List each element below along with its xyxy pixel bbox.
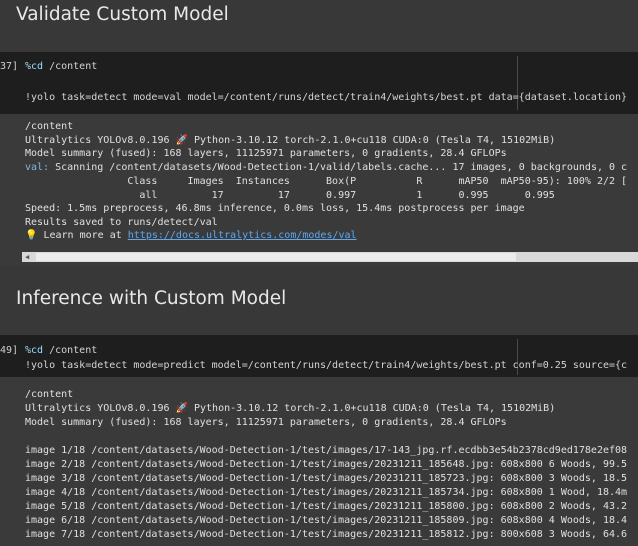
output-line: image 2/18 /content/datasets/Wood-Detect… bbox=[25, 459, 628, 470]
code-arg: /content bbox=[43, 345, 98, 356]
output-line: Ultralytics YOLOv8.0.196 🚀 Python-3.10.1… bbox=[25, 134, 556, 146]
code-line-cd: %cd /content bbox=[25, 61, 97, 72]
output-line: /content bbox=[25, 389, 74, 400]
code-line-yolo-predict: !yolo task=detect mode=predict model=/co… bbox=[25, 360, 628, 371]
magic-command: %cd bbox=[25, 345, 44, 356]
code-line-cd: %cd /content bbox=[25, 345, 97, 356]
code-cell-inference[interactable]: 49] %cd /content !yolo task=detect mode=… bbox=[0, 335, 638, 377]
section-heading-inference: Inference with Custom Model bbox=[16, 288, 287, 309]
output-line: Class Images Instances Box(P R mAP50 mAP… bbox=[25, 176, 628, 187]
output-area-inference: /content Ultralytics YOLOv8.0.196 🚀 Pyth… bbox=[0, 377, 638, 546]
output-line: image 3/18 /content/datasets/Wood-Detect… bbox=[25, 473, 628, 484]
code-line-yolo-val: !yolo task=detect mode=val model=/conten… bbox=[25, 92, 628, 103]
output-line: Ultralytics YOLOv8.0.196 🚀 Python-3.10.1… bbox=[25, 403, 556, 414]
output-line: image 7/18 /content/datasets/Wood-Detect… bbox=[25, 529, 628, 540]
docs-link[interactable]: https://docs.ultralytics.com/modes/val bbox=[128, 230, 357, 241]
output-line: image 1/18 /content/datasets/Wood-Detect… bbox=[25, 445, 628, 456]
code-arg: /content bbox=[43, 61, 98, 72]
output-line: image 4/18 /content/datasets/Wood-Detect… bbox=[25, 487, 628, 498]
output-line: Model summary (fused): 168 layers, 11125… bbox=[25, 417, 507, 428]
output-line: image 6/18 /content/datasets/Wood-Detect… bbox=[25, 515, 628, 526]
magic-command: %cd bbox=[25, 61, 44, 72]
execution-count: 37] bbox=[0, 61, 19, 72]
output-line: Model summary (fused): 168 layers, 11125… bbox=[25, 148, 507, 159]
lightbulb-icon: 💡 bbox=[25, 230, 38, 241]
output-area-validate: /content Ultralytics YOLOv8.0.196 🚀 Pyth… bbox=[0, 114, 638, 266]
output-line: all 17 17 0.997 1 0.995 0.995 bbox=[25, 189, 555, 201]
output-line: Speed: 1.5ms preprocess, 46.8ms inferenc… bbox=[25, 203, 525, 214]
scrollbar-thumb[interactable] bbox=[36, 253, 516, 261]
section-heading-validate: Validate Custom Model bbox=[16, 4, 229, 25]
output-line: /content bbox=[25, 121, 74, 132]
horizontal-scrollbar[interactable]: ◀ bbox=[22, 252, 638, 262]
scroll-left-icon[interactable]: ◀ bbox=[25, 253, 29, 261]
code-cell-validate[interactable]: 37] %cd /content !yolo task=detect mode=… bbox=[0, 52, 638, 114]
output-line-val: val: Scanning /content/datasets/Wood-Det… bbox=[25, 161, 628, 173]
execution-count: 49] bbox=[0, 345, 19, 356]
output-line: image 5/18 /content/datasets/Wood-Detect… bbox=[25, 501, 628, 512]
output-line-learn-more: 💡 Learn more at https://docs.ultralytics… bbox=[25, 230, 357, 241]
output-line: Results saved to runs/detect/val bbox=[25, 216, 218, 228]
